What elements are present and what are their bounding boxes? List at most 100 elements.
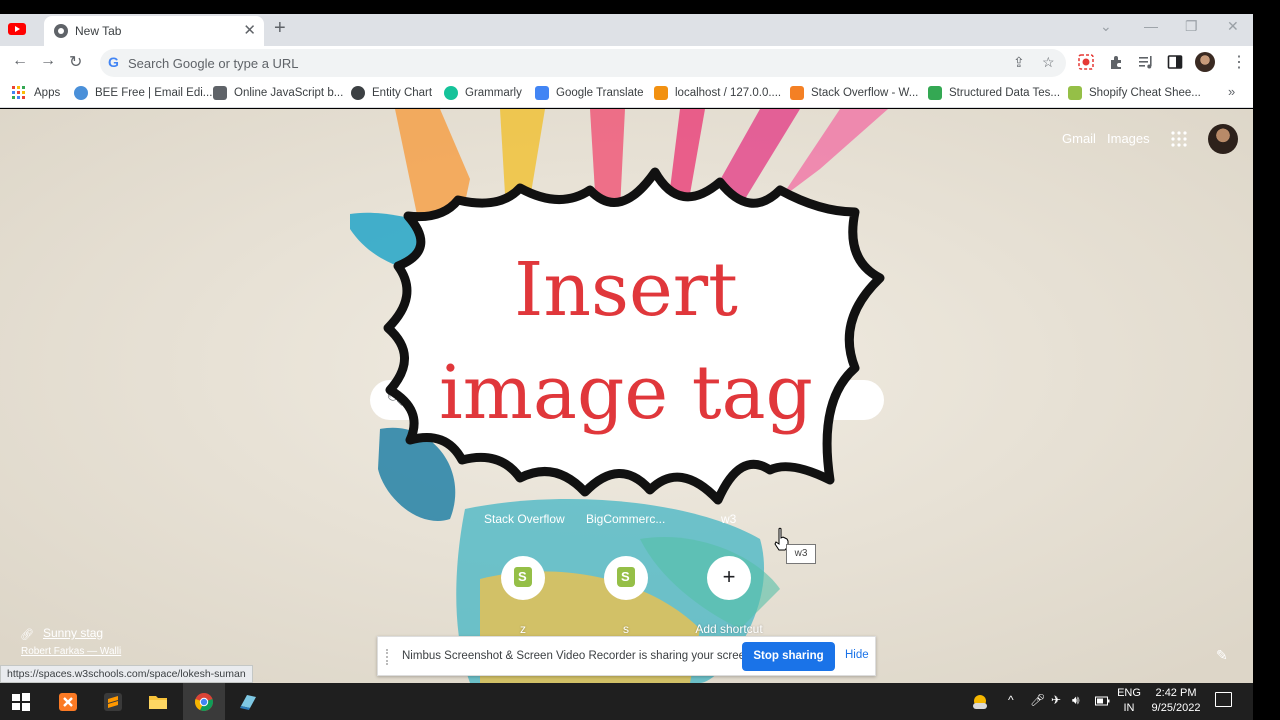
profile-avatar[interactable] bbox=[1195, 52, 1215, 72]
shortcut-tile bbox=[604, 556, 648, 600]
clock-time: 2:42 PM bbox=[1155, 687, 1197, 699]
shortcut-tooltip: w3 bbox=[786, 544, 816, 564]
link-icon: 🔗︎ bbox=[20, 629, 34, 641]
clock-date: 9/25/2022 bbox=[1151, 702, 1201, 714]
background-credit-title[interactable]: Sunny stag bbox=[43, 626, 103, 640]
volume-icon[interactable]: 🔊︎ bbox=[1072, 693, 1080, 708]
screen-recorder-extension-icon[interactable] bbox=[1078, 54, 1094, 70]
shortcut-label: Add shortcut bbox=[695, 622, 763, 636]
globe-icon bbox=[351, 86, 365, 100]
bookmark-google-translate[interactable]: Google Translate bbox=[535, 86, 644, 100]
screen-share-notification: Nimbus Screenshot & Screen Video Recorde… bbox=[377, 636, 876, 676]
customize-pencil-icon[interactable]: ✎ bbox=[1216, 647, 1228, 664]
burst-shape bbox=[383, 167, 885, 505]
shortcut-s[interactable]: s bbox=[571, 556, 681, 636]
taskbar-clock[interactable]: 2:42 PM 9/25/2022 bbox=[1150, 686, 1202, 716]
notifications-icon[interactable] bbox=[1215, 692, 1232, 707]
drag-handle[interactable] bbox=[386, 649, 391, 665]
shortcut-tile: + bbox=[707, 556, 751, 600]
bookmark-label: Apps bbox=[34, 86, 61, 99]
bookmark-label: Google Translate bbox=[556, 87, 644, 99]
restore-button[interactable]: ❐ bbox=[1185, 18, 1198, 35]
bookmark-apps[interactable]: Apps bbox=[12, 86, 60, 99]
forward-icon[interactable]: → bbox=[40, 52, 56, 70]
bookmark-structured-data[interactable]: Structured Data Tes... bbox=[928, 86, 1060, 100]
shortcut-z[interactable]: z bbox=[468, 556, 578, 636]
bookmark-label: Entity Chart bbox=[372, 87, 433, 99]
airplane-mode-icon[interactable]: ✈ bbox=[1051, 693, 1061, 707]
language-code: ENG bbox=[1117, 687, 1141, 699]
browser-toolbar: ← → ↻ G Search Google or type a URL ⇪ ☆ … bbox=[0, 46, 1253, 80]
bookmark-stack-overflow[interactable]: Stack Overflow - W... bbox=[790, 86, 918, 100]
bookmark-label: Grammarly bbox=[465, 87, 522, 99]
chrome-menu-icon[interactable]: ⋮ bbox=[1231, 52, 1247, 72]
minimize-button[interactable]: — bbox=[1144, 18, 1158, 34]
stop-sharing-button[interactable]: Stop sharing bbox=[742, 642, 835, 671]
battery-icon[interactable] bbox=[1095, 696, 1110, 706]
google-apps-icon[interactable] bbox=[1171, 131, 1187, 147]
close-window-button[interactable]: ✕ bbox=[1227, 18, 1239, 35]
apps-grid-icon bbox=[12, 86, 25, 99]
bookmark-label: BEE Free | Email Edi... bbox=[95, 87, 213, 99]
hide-button[interactable]: Hide bbox=[845, 649, 869, 661]
microphone-icon[interactable]: 🎤︎ bbox=[1030, 693, 1045, 707]
back-icon[interactable]: ← bbox=[12, 52, 28, 70]
side-panel-icon[interactable] bbox=[1167, 54, 1183, 70]
structured-data-icon bbox=[928, 86, 942, 100]
file-explorer-icon[interactable] bbox=[148, 692, 168, 712]
share-message: Nimbus Screenshot & Screen Video Recorde… bbox=[402, 650, 755, 662]
bookmark-label: Shopify Cheat Shee... bbox=[1089, 87, 1201, 99]
reload-icon[interactable]: ↻ bbox=[69, 52, 82, 72]
sublime-text-icon[interactable] bbox=[103, 692, 123, 712]
tab-strip: New Tab ✕ + ⌄ — ❐ ✕ bbox=[0, 14, 1253, 46]
speech-burst-overlay: Insert image tag bbox=[383, 167, 885, 505]
tab-new-tab[interactable]: New Tab ✕ bbox=[44, 16, 264, 46]
more-bookmarks-icon[interactable]: » bbox=[1228, 84, 1235, 99]
youtube-tab-icon[interactable] bbox=[8, 22, 26, 36]
phpmyadmin-icon bbox=[654, 86, 668, 100]
bookmarks-bar: Apps BEE Free | Email Edi... Online Java… bbox=[0, 80, 1253, 108]
windows-start-icon[interactable] bbox=[11, 692, 31, 712]
bookmark-label: Online JavaScript b... bbox=[234, 87, 344, 99]
tab-search-icon[interactable]: ⌄ bbox=[1100, 18, 1112, 35]
bookmark-shopify-cheat-sheet[interactable]: Shopify Cheat Shee... bbox=[1068, 86, 1201, 100]
shortcut-tile bbox=[501, 556, 545, 600]
overlay-line-1: Insert bbox=[514, 247, 738, 333]
grammarly-icon bbox=[444, 86, 458, 100]
input-language[interactable]: ENG IN bbox=[1117, 686, 1141, 716]
shortcut-label: z bbox=[520, 622, 526, 636]
tab-title: New Tab bbox=[75, 24, 122, 38]
overlay-line-2: image tag bbox=[439, 350, 813, 436]
chrome-icon bbox=[54, 24, 68, 38]
images-link[interactable]: Images bbox=[1107, 131, 1150, 146]
status-bar-url: https://spaces.w3schools.com/space/lokes… bbox=[0, 665, 253, 683]
account-avatar[interactable] bbox=[1208, 124, 1238, 154]
bookmark-localhost[interactable]: localhost / 127.0.0.... bbox=[654, 86, 781, 100]
google-icon: G bbox=[108, 54, 119, 70]
app-taskbar-icon[interactable] bbox=[238, 692, 258, 712]
background-credit-author[interactable]: Robert Farkas — Walli bbox=[21, 646, 121, 657]
bookmark-online-javascript[interactable]: Online JavaScript b... bbox=[213, 86, 343, 100]
javascript-site-icon bbox=[213, 86, 227, 100]
chrome-taskbar-icon[interactable] bbox=[194, 692, 214, 712]
shopify-icon bbox=[1068, 86, 1082, 100]
show-hidden-icons[interactable]: ^ bbox=[1008, 693, 1014, 707]
google-translate-icon bbox=[535, 86, 549, 100]
shopify-icon bbox=[617, 567, 635, 587]
screen: { "browser": { "tab": { "title": "New Ta… bbox=[0, 0, 1280, 720]
media-controls-icon[interactable] bbox=[1138, 54, 1154, 70]
xampp-icon[interactable] bbox=[58, 692, 78, 712]
new-tab-button[interactable]: + bbox=[274, 17, 286, 40]
close-tab-icon[interactable]: ✕ bbox=[243, 21, 256, 39]
bee-free-icon bbox=[74, 86, 88, 100]
extensions-icon[interactable] bbox=[1108, 54, 1124, 70]
add-shortcut-button[interactable]: + Add shortcut bbox=[674, 556, 784, 636]
address-bar[interactable]: G Search Google or type a URL ⇪ ☆ bbox=[100, 49, 1066, 77]
bookmark-bee-free[interactable]: BEE Free | Email Edi... bbox=[74, 86, 212, 100]
bookmark-grammarly[interactable]: Grammarly bbox=[444, 86, 522, 100]
gmail-link[interactable]: Gmail bbox=[1062, 131, 1096, 146]
share-icon[interactable]: ⇪ bbox=[1013, 54, 1025, 71]
weather-icon[interactable] bbox=[970, 692, 990, 712]
bookmark-star-icon[interactable]: ☆ bbox=[1042, 54, 1055, 71]
bookmark-entity-chart[interactable]: Entity Chart bbox=[351, 86, 432, 100]
